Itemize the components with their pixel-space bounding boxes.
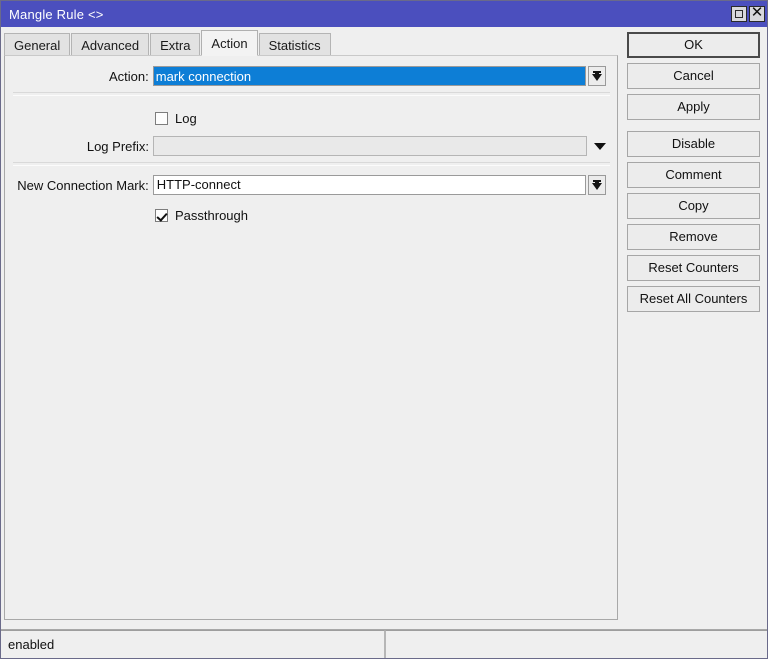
tab-strip: General Advanced Extra Action Statistics	[4, 30, 618, 56]
action-row: Action: mark connection	[5, 66, 606, 86]
tab-extra[interactable]: Extra	[150, 33, 201, 56]
combo-arrow-triangle	[592, 74, 602, 81]
new-connection-mark-label: New Connection Mark:	[17, 177, 149, 193]
status-text: enabled	[1, 630, 385, 658]
log-label: Log	[175, 110, 197, 126]
new-connection-mark-value: HTTP-connect	[156, 177, 241, 192]
new-connection-mark-row: New Connection Mark: HTTP-connect	[5, 175, 606, 195]
action-dropdown-icon[interactable]	[588, 66, 606, 86]
log-prefix-input[interactable]	[153, 136, 587, 156]
log-prefix-label: Log Prefix:	[86, 138, 149, 154]
mangle-rule-dialog: Mangle Rule <> ✕ General Advanced Extra …	[0, 0, 768, 659]
disable-button[interactable]: Disable	[627, 131, 760, 157]
action-value: mark connection	[153, 67, 585, 85]
window-controls: ✕	[731, 4, 767, 22]
maximize-icon[interactable]	[731, 6, 747, 22]
reset-all-counters-button[interactable]: Reset All Counters	[627, 286, 760, 312]
tab-action[interactable]: Action	[201, 30, 258, 56]
passthrough-label: Passthrough	[175, 207, 248, 223]
action-label: Action:	[109, 68, 149, 84]
chevron-triangle	[594, 143, 606, 150]
ok-button[interactable]: OK	[627, 32, 760, 58]
close-icon[interactable]: ✕	[749, 4, 765, 22]
tab-statistics[interactable]: Statistics	[258, 33, 331, 56]
dialog-button-column: OK Cancel Apply Disable Comment Copy Rem…	[627, 32, 760, 317]
comment-button[interactable]: Comment	[627, 162, 760, 188]
log-prefix-row: Log Prefix:	[5, 136, 610, 156]
title-bar: Mangle Rule <> ✕	[1, 1, 767, 27]
remove-button[interactable]: Remove	[627, 224, 760, 250]
copy-button[interactable]: Copy	[627, 193, 760, 219]
log-row: Log	[155, 108, 197, 128]
cancel-button[interactable]: Cancel	[627, 63, 760, 89]
log-checkbox[interactable]: Log	[155, 111, 197, 126]
new-connection-mark-input[interactable]: HTTP-connect	[152, 175, 586, 195]
status-bar: enabled	[1, 629, 767, 658]
reset-counters-button[interactable]: Reset Counters	[627, 255, 760, 281]
apply-button[interactable]: Apply	[627, 94, 760, 120]
passthrough-row: Passthrough	[155, 205, 248, 225]
log-prefix-chevron-down-icon[interactable]	[591, 136, 609, 156]
action-tab-panel: Action: mark connection Log Log Prefix:	[4, 55, 618, 620]
maximize-glyph	[735, 10, 743, 18]
action-input[interactable]: mark connection	[152, 66, 586, 86]
new-connection-mark-dropdown-icon[interactable]	[588, 175, 606, 195]
window-title: Mangle Rule <>	[9, 6, 104, 22]
separator-1	[13, 92, 610, 96]
tab-advanced[interactable]: Advanced	[71, 33, 150, 56]
status-secondary	[385, 630, 767, 658]
separator-2	[13, 162, 610, 166]
tab-general[interactable]: General	[4, 33, 71, 56]
passthrough-checkbox-box	[155, 208, 168, 222]
log-checkbox-box	[155, 111, 168, 125]
combo-arrow-triangle	[592, 183, 602, 190]
passthrough-checkbox[interactable]: Passthrough	[155, 208, 248, 223]
close-glyph: ✕	[750, 4, 764, 21]
